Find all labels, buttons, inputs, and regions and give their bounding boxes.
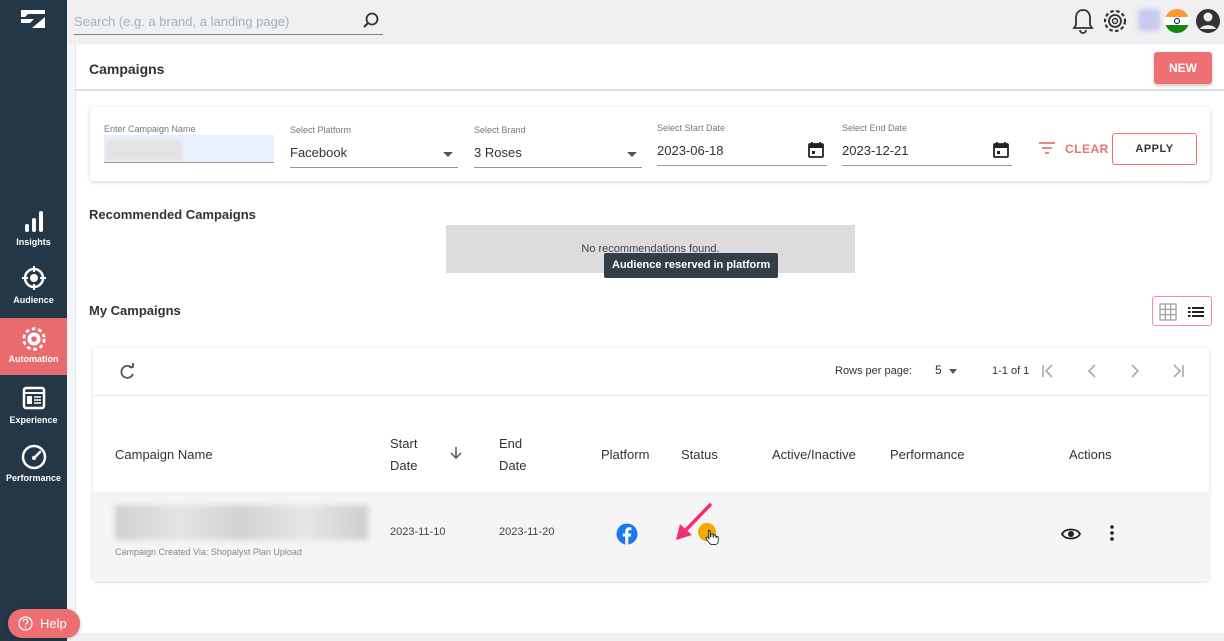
chevron-down-icon[interactable] — [949, 369, 957, 374]
bottom-border — [75, 633, 1224, 641]
sidebar-item-label: Automation — [8, 354, 59, 364]
my-campaigns-title: My Campaigns — [89, 303, 181, 318]
pagination-info: 1-1 of 1 — [992, 365, 1030, 377]
platform-select[interactable]: Select Platform Facebook — [290, 125, 458, 168]
sidebar-item-label: Experience — [9, 415, 58, 425]
brand-value: 3 Roses — [474, 145, 522, 160]
india-flag-icon[interactable] — [1163, 6, 1191, 36]
campaign-name-label: Enter Campaign Name — [104, 124, 196, 134]
start-date-field[interactable]: Select Start Date 2023-06-18 — [657, 123, 827, 166]
campaigns-table: Rows per page: 5 1-1 of 1 Campaign Name … — [93, 348, 1209, 581]
grid-view-icon[interactable] — [1159, 303, 1177, 321]
search-bar — [74, 9, 383, 35]
help-label: Help — [40, 616, 67, 631]
sidebar-item-audience[interactable]: Audience — [0, 264, 67, 324]
last-page-icon[interactable] — [1168, 361, 1188, 381]
refresh-icon[interactable] — [117, 362, 137, 382]
next-page-icon[interactable] — [1125, 361, 1145, 381]
end-date-value: 2023-12-21 — [842, 143, 909, 158]
column-header-active-inactive[interactable]: Active/Inactive — [772, 444, 856, 466]
table-row[interactable]: Campaign Created Via: Shopalyst Plan Upl… — [93, 492, 1209, 580]
brand-label: Select Brand — [474, 125, 526, 135]
previous-page-icon[interactable] — [1082, 361, 1102, 381]
campaign-created-via: Campaign Created Via: Shopalyst Plan Upl… — [115, 547, 302, 557]
end-date-line2: Date — [499, 458, 527, 473]
account-icon[interactable] — [1194, 6, 1222, 36]
page-title: Campaigns — [89, 61, 165, 77]
view-eye-icon[interactable] — [1061, 526, 1081, 542]
start-date-value: 2023-06-18 — [657, 143, 724, 158]
settings-icon[interactable] — [1101, 6, 1129, 36]
recommended-campaigns-title: Recommended Campaigns — [89, 207, 256, 222]
more-options-icon[interactable] — [1109, 524, 1115, 542]
sort-arrow-down-icon[interactable] — [449, 445, 463, 461]
table-toolbar: Rows per page: 5 1-1 of 1 — [93, 348, 1209, 396]
end-date-line1: End — [499, 436, 523, 451]
redacted-campaign-name — [115, 505, 368, 540]
sidebar-item-label: Insights — [16, 237, 51, 247]
main-content: Campaigns NEW Enter Campaign Name Select… — [75, 45, 1224, 641]
platform-label: Select Platform — [290, 125, 352, 135]
view-toggle — [1152, 296, 1212, 326]
column-header-actions: Actions — [1069, 447, 1112, 462]
speedometer-icon — [21, 444, 46, 470]
end-date-label: Select End Date — [842, 123, 908, 133]
calendar-icon[interactable] — [807, 141, 825, 159]
start-date-cell: 2023-11-10 — [390, 526, 446, 538]
sidebar-item-experience[interactable]: Experience — [0, 384, 67, 444]
sidebar: Insights Audience Automation Experience … — [0, 0, 67, 641]
list-view-icon[interactable] — [1187, 303, 1205, 321]
column-header-campaign-name[interactable]: Campaign Name — [115, 444, 213, 466]
annotation-arrow — [676, 503, 712, 540]
sidebar-item-performance[interactable]: Performance — [0, 442, 67, 502]
bell-icon[interactable] — [1069, 6, 1097, 36]
filter-panel: Enter Campaign Name Select Platform Face… — [90, 107, 1210, 181]
brand-select[interactable]: Select Brand 3 Roses — [474, 125, 642, 168]
header-divider — [76, 89, 1224, 91]
sidebar-item-label: Performance — [5, 473, 62, 483]
facebook-icon — [616, 523, 638, 545]
app-logo[interactable] — [19, 7, 47, 31]
sidebar-item-automation[interactable]: Automation — [0, 318, 67, 375]
bar-chart-icon — [24, 211, 43, 232]
search-input[interactable] — [74, 9, 354, 33]
chevron-down-icon — [627, 152, 637, 157]
rows-per-page-select[interactable]: 5 — [935, 363, 942, 377]
sidebar-item-insights[interactable]: Insights — [0, 206, 67, 266]
user-thumbnail[interactable] — [1138, 9, 1160, 31]
calendar-icon[interactable] — [992, 141, 1010, 159]
browser-icon — [22, 386, 45, 410]
search-icon[interactable] — [361, 11, 381, 31]
gear-icon — [21, 327, 46, 351]
top-bar — [67, 0, 1224, 44]
target-icon — [21, 266, 46, 290]
campaign-name-field[interactable]: Enter Campaign Name — [104, 124, 274, 163]
column-header-start-date[interactable]: Start Date — [390, 433, 417, 477]
sidebar-item-label: Audience — [13, 295, 54, 305]
platform-value: Facebook — [290, 145, 348, 160]
campaign-name-input[interactable] — [104, 135, 274, 163]
column-header-end-date[interactable]: End Date — [499, 433, 526, 477]
new-campaign-button[interactable]: NEW — [1154, 52, 1212, 84]
help-icon — [18, 616, 33, 631]
redacted-text — [106, 140, 182, 160]
first-page-icon[interactable] — [1038, 361, 1058, 381]
chevron-down-icon — [443, 152, 453, 157]
status-tooltip: Audience reserved in platform — [604, 253, 779, 278]
clear-button[interactable]: CLEAR — [1065, 142, 1109, 156]
apply-button[interactable]: APPLY — [1112, 133, 1197, 165]
column-header-performance[interactable]: Performance — [890, 444, 964, 466]
column-header-status[interactable]: Status — [681, 444, 718, 466]
end-date-cell: 2023-11-20 — [499, 526, 555, 538]
help-button[interactable]: Help — [8, 609, 80, 638]
start-date-line1: Start — [390, 436, 418, 451]
column-header-platform[interactable]: Platform — [601, 444, 649, 466]
end-date-field[interactable]: Select End Date 2023-12-21 — [842, 123, 1012, 166]
rows-per-page-label: Rows per page: — [835, 365, 913, 377]
filter-icon[interactable] — [1038, 141, 1056, 155]
start-date-line2: Date — [390, 458, 418, 473]
start-date-label: Select Start Date — [657, 123, 726, 133]
